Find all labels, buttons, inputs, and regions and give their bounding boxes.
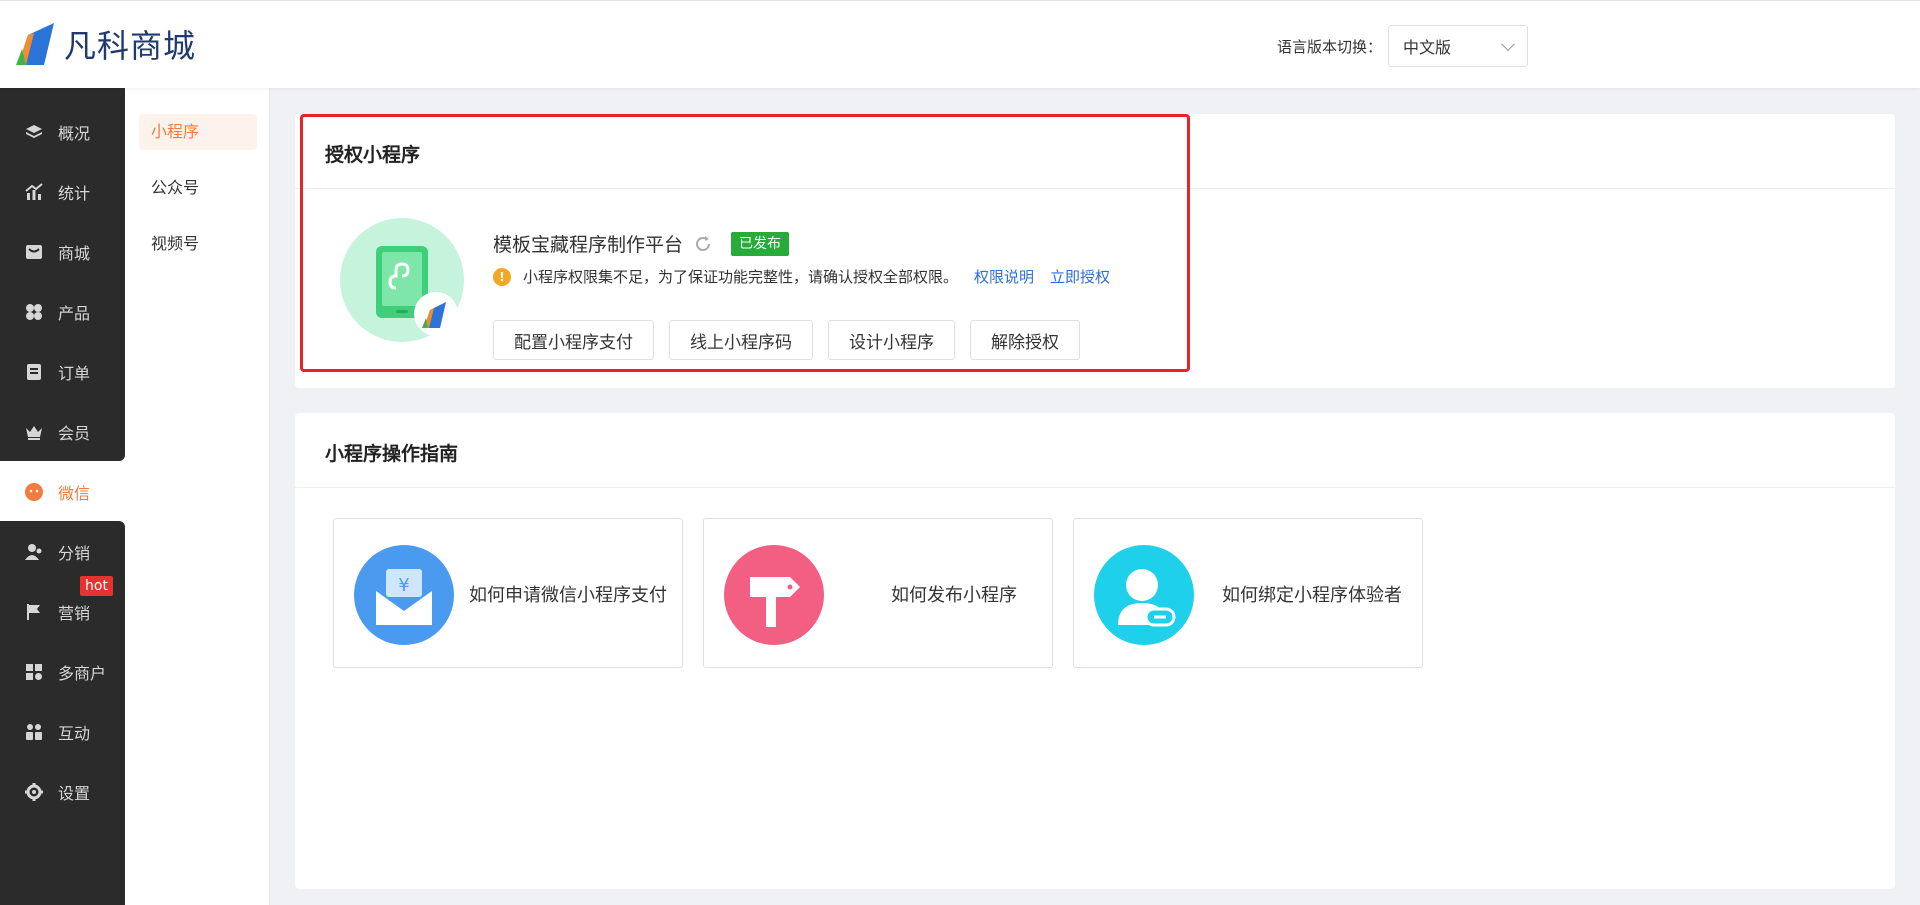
auth-actions: 配置小程序支付 线上小程序码 设计小程序 解除授权 bbox=[493, 320, 1095, 360]
distribution-icon bbox=[24, 542, 44, 562]
wechat-icon bbox=[24, 482, 44, 502]
top-header: 凡科商城 语言版本切换： 中文版 bbox=[0, 0, 1920, 88]
sidebar-item-order[interactable]: 订单 bbox=[0, 352, 125, 392]
sidebar-item-label: 统计 bbox=[58, 184, 91, 203]
subnav-mini-program[interactable]: 小程序 bbox=[139, 114, 257, 150]
guide-label: 如何申请微信小程序支付 bbox=[469, 585, 667, 606]
signpost-icon bbox=[724, 545, 824, 645]
hot-badge: hot bbox=[80, 576, 113, 596]
online-qrcode-button[interactable]: 线上小程序码 bbox=[669, 320, 813, 360]
sidebar-item-store[interactable]: 商城 bbox=[0, 232, 125, 272]
crown-icon bbox=[24, 422, 44, 442]
mini-program-avatar bbox=[340, 218, 464, 342]
permission-warning: ! 小程序权限集不足，为了保证功能完整性，请确认授权全部权限。 权限说明 立即授… bbox=[493, 266, 1110, 287]
language-select[interactable]: 中文版 bbox=[1388, 25, 1528, 67]
card-title: 小程序操作指南 bbox=[325, 443, 459, 465]
logo[interactable]: 凡科商城 bbox=[14, 21, 196, 67]
sidebar-item-settings[interactable]: 设置 bbox=[0, 772, 125, 812]
sidebar-item-label: 产品 bbox=[58, 304, 91, 323]
sidebar-item-label: 概况 bbox=[58, 124, 91, 143]
flag-icon bbox=[24, 602, 44, 622]
language-switch: 语言版本切换： 中文版 bbox=[1277, 25, 1528, 67]
sidebar-item-wechat[interactable]: 微信 bbox=[0, 472, 125, 512]
guide-item-publish[interactable]: 如何发布小程序 bbox=[703, 518, 1053, 668]
interact-icon bbox=[24, 722, 44, 742]
sidebar-item-label: 微信 bbox=[58, 484, 91, 503]
gear-icon bbox=[24, 782, 44, 802]
payment-envelope-icon: ¥ bbox=[354, 545, 454, 645]
chart-icon bbox=[24, 182, 44, 202]
refresh-icon[interactable] bbox=[693, 234, 713, 254]
sidebar-item-distribution[interactable]: 分销 bbox=[0, 532, 125, 572]
sidebar-item-label: 互动 bbox=[58, 724, 91, 743]
sidebar-item-marketing[interactable]: 营销 bbox=[0, 592, 125, 632]
status-badge: 已发布 bbox=[731, 231, 790, 256]
language-value: 中文版 bbox=[1403, 38, 1452, 57]
store-icon bbox=[24, 242, 44, 262]
sidebar-item-label: 商城 bbox=[58, 244, 91, 263]
config-payment-button[interactable]: 配置小程序支付 bbox=[493, 320, 654, 360]
sidebar-item-label: 多商户 bbox=[58, 664, 107, 683]
app-name: 模板宝藏程序制作平台 bbox=[493, 234, 684, 256]
logo-text: 凡科商城 bbox=[64, 27, 197, 65]
sidebar-item-multi-merchant[interactable]: 多商户 bbox=[0, 652, 125, 692]
sidebar-item-interact[interactable]: 互动 bbox=[0, 712, 125, 752]
guide-label: 如何发布小程序 bbox=[891, 585, 1017, 606]
card-title: 授权小程序 bbox=[325, 144, 421, 166]
sidebar-item-label: 订单 bbox=[58, 364, 91, 383]
svg-text:¥: ¥ bbox=[398, 575, 409, 596]
language-label: 语言版本切换： bbox=[1276, 37, 1382, 56]
warning-icon: ! bbox=[493, 267, 511, 286]
sidebar-item-product[interactable]: 产品 bbox=[0, 292, 125, 332]
permission-explain-link[interactable]: 权限说明 bbox=[974, 266, 1034, 287]
multi-merchant-icon bbox=[24, 662, 44, 682]
user-link-icon bbox=[1094, 545, 1194, 645]
sidebar-item-stats[interactable]: 统计 bbox=[0, 172, 125, 212]
guide-label: 如何绑定小程序体验者 bbox=[1222, 585, 1402, 606]
app-name-row: 模板宝藏程序制作平台 已发布 bbox=[493, 230, 790, 257]
sidebar-item-member[interactable]: 会员 bbox=[0, 412, 125, 452]
layers-icon bbox=[24, 122, 44, 142]
divider bbox=[295, 188, 1895, 189]
logo-mark-icon bbox=[16, 23, 54, 65]
guide-item-bind-tester[interactable]: 如何绑定小程序体验者 bbox=[1073, 518, 1423, 668]
product-icon bbox=[24, 302, 44, 322]
subnav-official-account[interactable]: 公众号 bbox=[139, 170, 257, 206]
sidebar-item-label: 营销 bbox=[58, 604, 91, 623]
secondary-sidebar: 小程序 公众号 视频号 bbox=[125, 88, 270, 905]
sidebar-item-label: 分销 bbox=[58, 544, 91, 563]
design-mini-program-button[interactable]: 设计小程序 bbox=[828, 320, 955, 360]
phone-mini-program-icon bbox=[376, 246, 458, 336]
divider bbox=[295, 487, 1895, 488]
authorize-now-link[interactable]: 立即授权 bbox=[1050, 266, 1110, 287]
chevron-down-icon bbox=[1500, 36, 1516, 51]
order-icon bbox=[24, 362, 44, 382]
subnav-video-account[interactable]: 视频号 bbox=[139, 226, 257, 262]
unauthorize-button[interactable]: 解除授权 bbox=[970, 320, 1080, 360]
warning-text: 小程序权限集不足，为了保证功能完整性，请确认授权全部权限。 bbox=[523, 268, 959, 286]
sidebar-item-overview[interactable]: 概况 bbox=[0, 112, 125, 152]
guide-item-payment[interactable]: ¥ 如何申请微信小程序支付 bbox=[333, 518, 683, 668]
sidebar-item-label: 会员 bbox=[58, 424, 91, 443]
sidebar-item-label: 设置 bbox=[58, 784, 91, 803]
